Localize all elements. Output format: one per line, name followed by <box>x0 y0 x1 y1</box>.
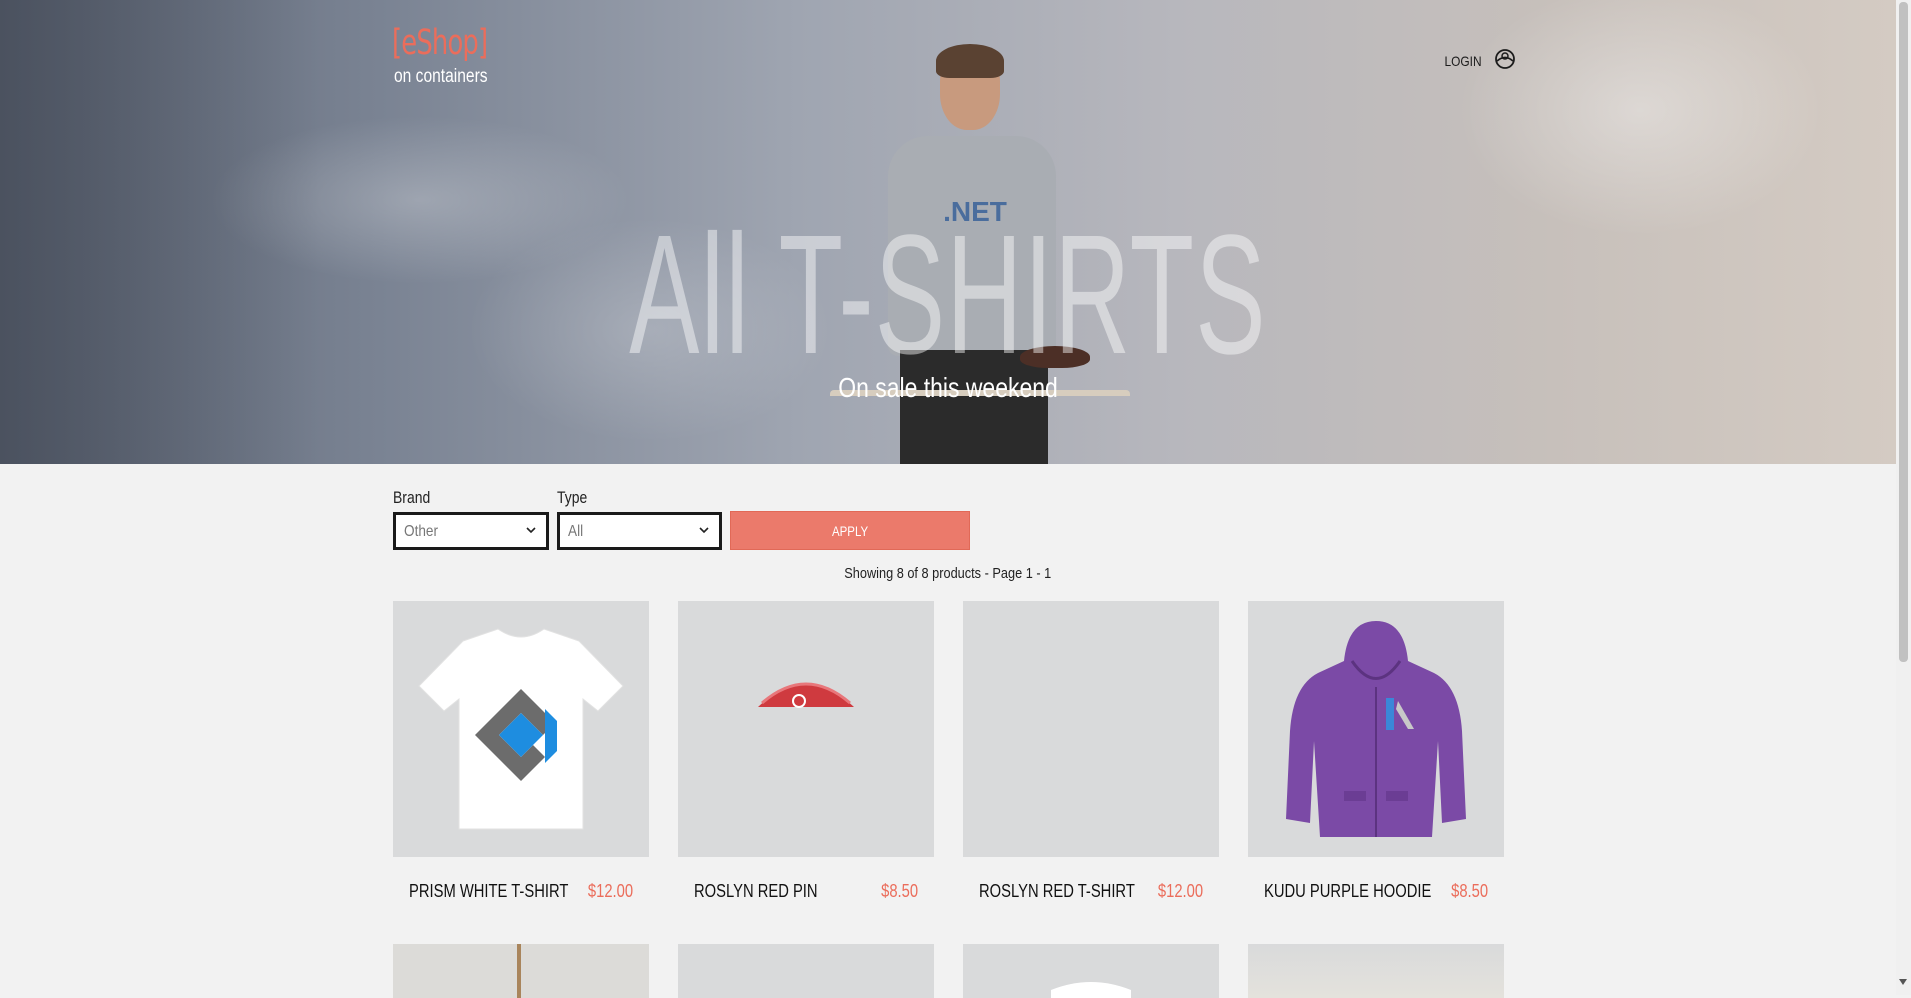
product-card[interactable] <box>963 944 1219 998</box>
tshirt-image <box>418 628 624 830</box>
brand-select-value: Other <box>404 523 439 540</box>
apply-button-label: APPLY <box>831 522 869 539</box>
hero-subtitle: On sale this weekend <box>838 372 1058 403</box>
product-image[interactable] <box>393 601 649 857</box>
type-filter-label: Type <box>557 488 588 507</box>
product-image[interactable] <box>1248 601 1504 857</box>
scrollbar-thumb[interactable] <box>1899 2 1908 662</box>
user-icon <box>1492 46 1518 75</box>
login-button[interactable]: LOGIN <box>1438 46 1518 75</box>
logo-subtitle: on containers <box>394 66 488 87</box>
product-image[interactable] <box>963 944 1219 998</box>
apply-button[interactable]: APPLY <box>730 511 970 550</box>
product-card[interactable]: KUDU PURPLE HOODIE $8.50 <box>1248 601 1504 913</box>
chevron-down-icon <box>699 527 709 534</box>
product-card[interactable] <box>678 944 934 998</box>
hero-title: All T-SHIRTS <box>629 200 1267 390</box>
product-name: ROSLYN RED T-SHIRT <box>979 881 1135 901</box>
pin-image <box>758 682 854 708</box>
brand-filter-label: Brand <box>393 488 431 507</box>
product-image[interactable] <box>963 601 1219 857</box>
product-price: $8.50 <box>881 881 918 901</box>
product-name: KUDU PURPLE HOODIE <box>1264 881 1432 901</box>
product-image[interactable] <box>678 944 934 998</box>
brand-filter: Brand Other <box>393 488 549 550</box>
product-price: $8.50 <box>1451 881 1488 901</box>
product-price: $12.00 <box>1157 881 1203 901</box>
product-card[interactable]: ROSLYN RED PIN $8.50 <box>678 601 934 913</box>
product-image[interactable] <box>678 601 934 857</box>
logo-text: [eShop] <box>392 23 488 63</box>
chevron-down-icon <box>526 527 536 534</box>
type-filter: Type All <box>557 488 722 550</box>
results-summary-text: Showing 8 of 8 products - Page 1 - 1 <box>844 565 1052 582</box>
product-name: ROSLYN RED PIN <box>694 881 818 901</box>
login-label: LOGIN <box>1444 52 1482 69</box>
product-card[interactable]: ROSLYN RED T-SHIRT $12.00 <box>963 601 1219 913</box>
product-price: $12.00 <box>587 881 633 901</box>
brand-logo[interactable]: [eShop] on containers <box>392 23 508 87</box>
tshirt-image <box>1051 982 1131 998</box>
type-select[interactable]: All <box>557 512 722 550</box>
hero-banner: .NET All T-SHIRTS On sale this weekend [… <box>0 0 1896 464</box>
scroll-down-arrow-icon[interactable] <box>1899 979 1907 985</box>
product-name: PRISM WHITE T-SHIRT <box>409 881 569 901</box>
product-image[interactable] <box>393 944 649 998</box>
results-summary: Showing 8 of 8 products - Page 1 - 1 <box>0 565 1896 582</box>
product-card[interactable] <box>393 944 649 998</box>
brand-select[interactable]: Other <box>393 512 549 550</box>
product-card[interactable]: PRISM WHITE T-SHIRT $12.00 <box>393 601 649 913</box>
product-card[interactable] <box>1248 944 1504 998</box>
hoodie-image <box>1286 621 1466 837</box>
type-select-value: All <box>568 523 584 540</box>
product-image[interactable] <box>1248 944 1504 998</box>
